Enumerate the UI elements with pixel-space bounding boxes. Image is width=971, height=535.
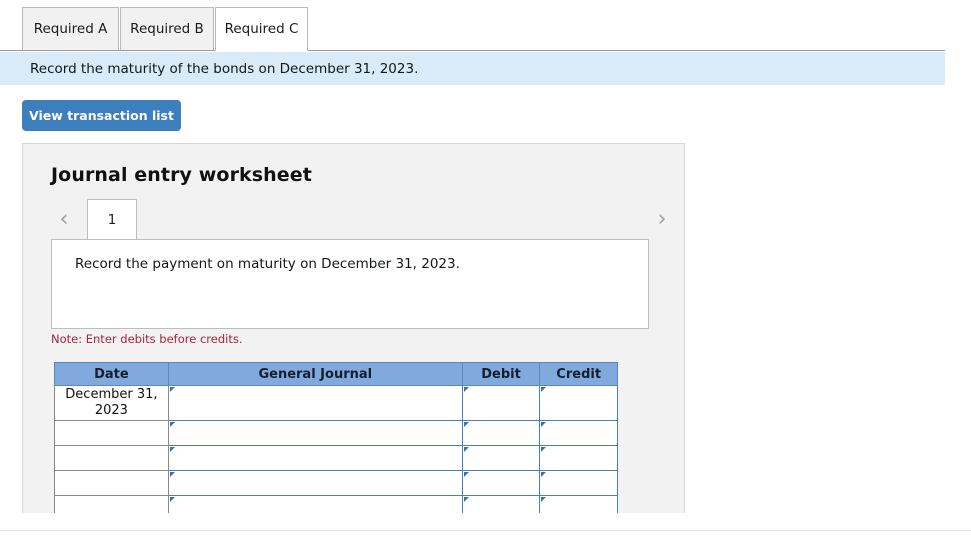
cell-credit[interactable] xyxy=(539,420,618,446)
cell-date[interactable] xyxy=(54,495,169,513)
table-row xyxy=(54,445,618,471)
required-tab-strip: Required A Required B Required C xyxy=(0,0,945,51)
table-row xyxy=(54,420,618,446)
chevron-right-icon[interactable]: › xyxy=(649,199,675,239)
cell-date[interactable]: December 31, 2023 xyxy=(54,385,169,421)
cell-credit[interactable] xyxy=(539,445,618,471)
cell-date[interactable] xyxy=(54,445,169,471)
worksheet-description-text: Record the payment on maturity on Decemb… xyxy=(75,256,460,272)
cell-general-journal[interactable] xyxy=(167,495,463,513)
page-title: Journal entry worksheet xyxy=(51,164,312,186)
journal-entry-worksheet-panel: Journal entry worksheet ‹ 1 › Record the… xyxy=(22,143,685,513)
tab-required-c[interactable]: Required C xyxy=(215,7,308,51)
column-header-debit: Debit xyxy=(461,362,541,386)
cell-credit[interactable] xyxy=(539,385,618,421)
column-header-credit: Credit xyxy=(539,362,618,386)
tab-required-a[interactable]: Required A xyxy=(22,7,119,51)
cell-date[interactable] xyxy=(54,470,169,496)
worksheet-description-box: Record the payment on maturity on Decemb… xyxy=(51,239,649,329)
cell-credit[interactable] xyxy=(539,470,618,496)
column-header-date: Date xyxy=(54,362,169,386)
cell-debit[interactable] xyxy=(461,445,541,471)
journal-entry-table: Date General Journal Debit Credit Decemb… xyxy=(54,362,618,513)
column-header-general-journal: General Journal xyxy=(167,362,463,386)
worksheet-page-tab-1[interactable]: 1 xyxy=(87,199,137,239)
instruction-banner: Record the maturity of the bonds on Dece… xyxy=(0,52,945,85)
worksheet-pager: ‹ 1 › xyxy=(51,199,676,239)
view-transaction-list-button[interactable]: View transaction list xyxy=(22,100,181,131)
tab-required-b[interactable]: Required B xyxy=(120,7,214,51)
cell-credit[interactable] xyxy=(539,495,618,513)
chevron-left-icon[interactable]: ‹ xyxy=(51,199,77,239)
tab-required-b-label: Required B xyxy=(130,21,204,37)
table-row: December 31, 2023 xyxy=(54,385,618,421)
cell-general-journal[interactable] xyxy=(167,445,463,471)
footer-divider xyxy=(0,530,971,531)
cell-general-journal[interactable] xyxy=(167,385,463,421)
cell-general-journal[interactable] xyxy=(167,420,463,446)
cell-debit[interactable] xyxy=(461,420,541,446)
instruction-banner-text: Record the maturity of the bonds on Dece… xyxy=(30,60,419,77)
tab-required-a-label: Required A xyxy=(33,21,108,37)
tab-required-c-label: Required C xyxy=(224,21,299,37)
table-row xyxy=(54,470,618,496)
cell-date[interactable] xyxy=(54,420,169,446)
cell-general-journal[interactable] xyxy=(167,470,463,496)
table-row xyxy=(54,495,618,513)
table-header-row: Date General Journal Debit Credit xyxy=(54,362,618,386)
debits-before-credits-note: Note: Enter debits before credits. xyxy=(51,332,243,346)
cell-debit[interactable] xyxy=(461,495,541,513)
cell-debit[interactable] xyxy=(461,470,541,496)
cell-debit[interactable] xyxy=(461,385,541,421)
